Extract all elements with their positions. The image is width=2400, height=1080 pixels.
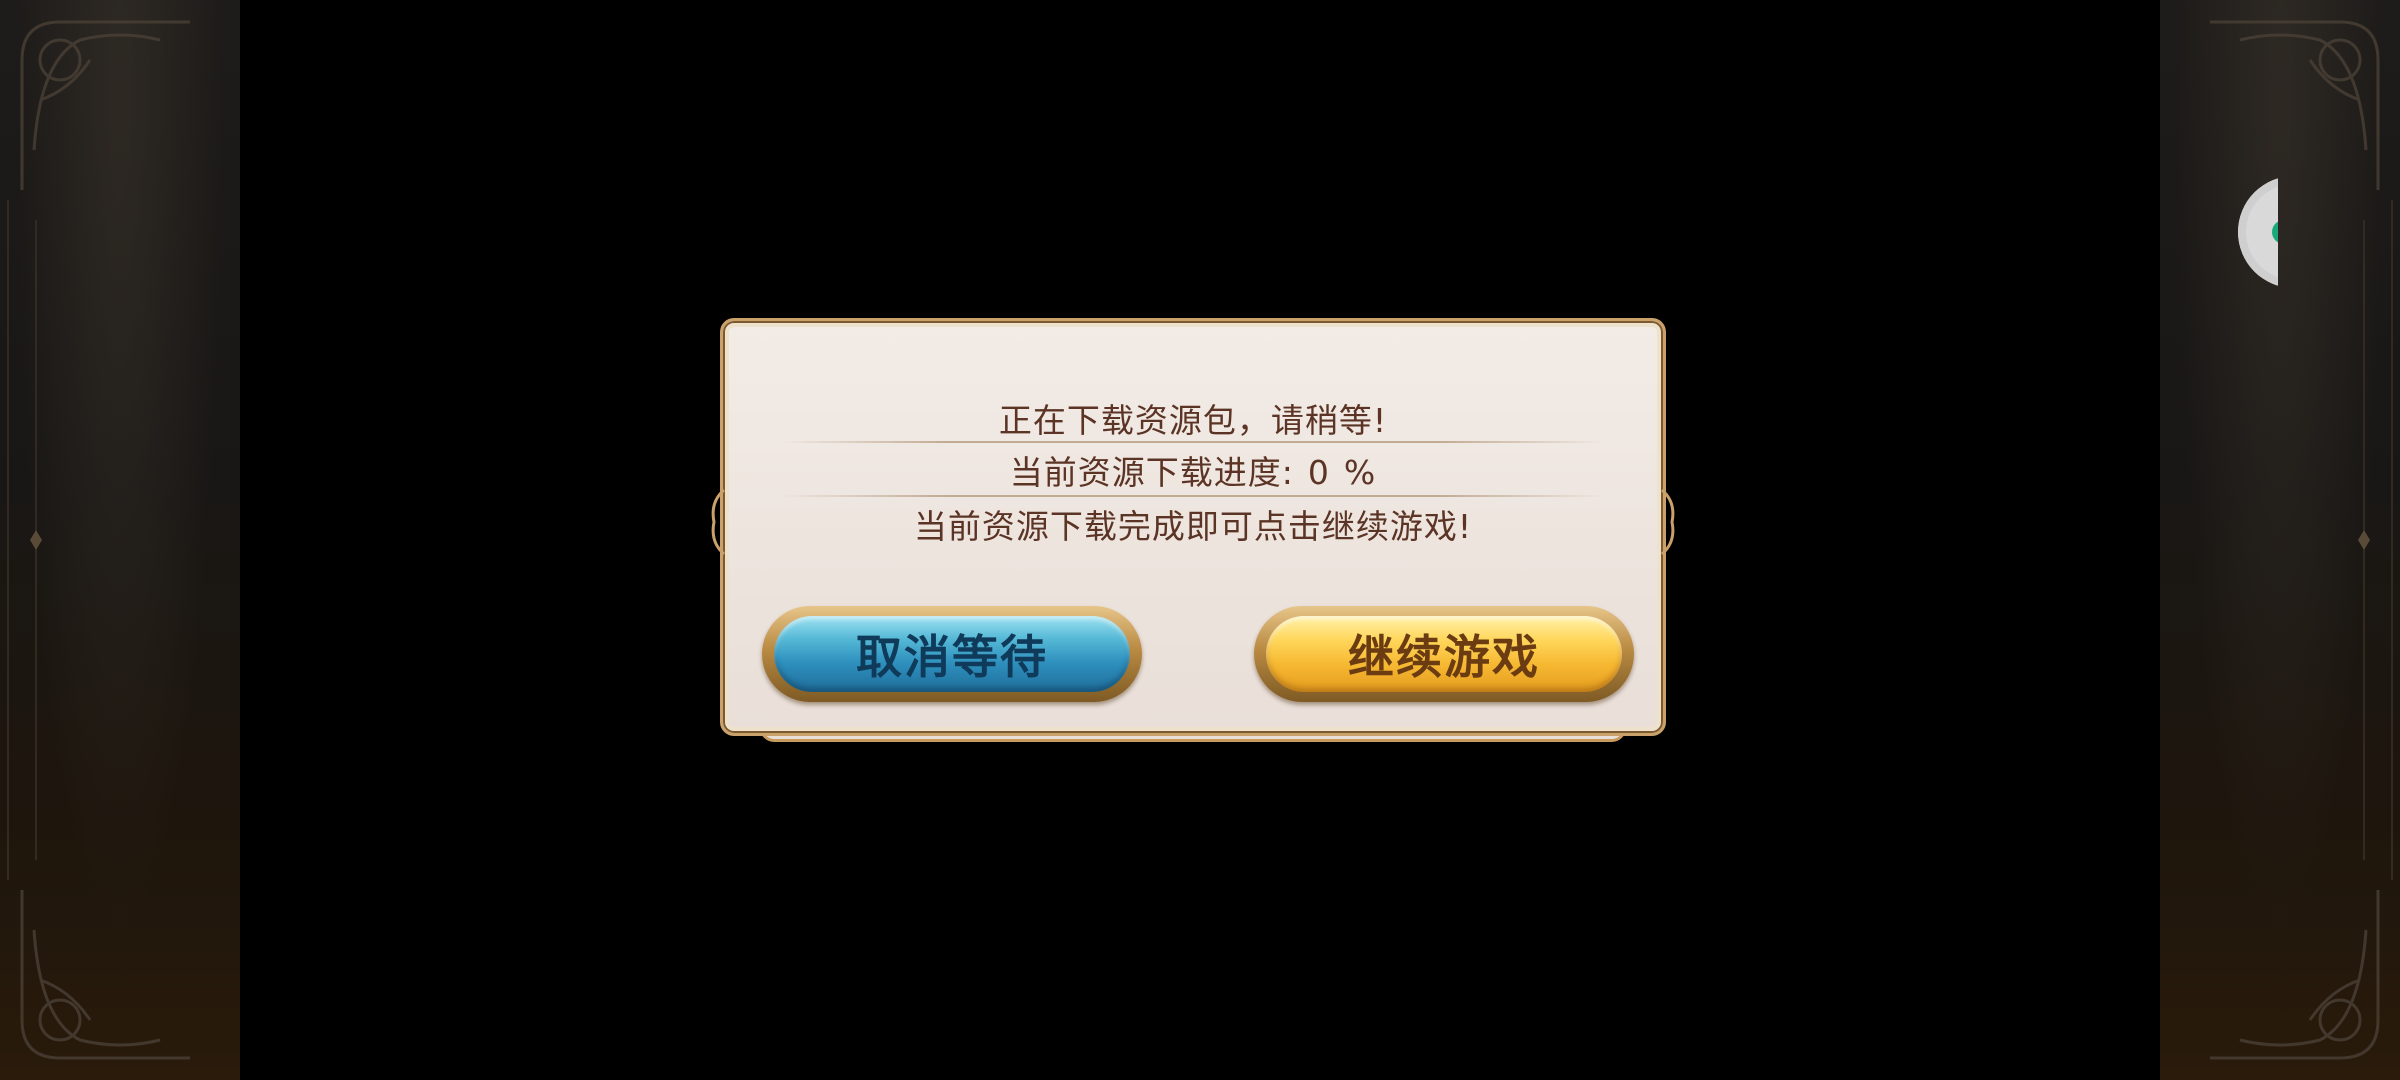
game-screen: 正在下载资源包，请稍等! 当前资源下载进度: 0% 当前资源下载完成即可点击继续游… xyxy=(0,0,2400,1080)
continue-game-label: 继续游戏 xyxy=(1348,630,1540,684)
floating-assistant-button[interactable] xyxy=(2238,176,2278,288)
progress-unit: % xyxy=(1343,453,1377,492)
right-decor-panel xyxy=(2160,0,2400,1080)
download-progress-text: 当前资源下载进度: 0% xyxy=(720,446,1666,494)
download-hint-text: 当前资源下载完成即可点击继续游戏! xyxy=(913,507,1473,546)
progress-value: 0 xyxy=(1307,453,1330,492)
download-dialog: 正在下载资源包，请稍等! 当前资源下载进度: 0% 当前资源下载完成即可点击继续游… xyxy=(711,318,1675,744)
cancel-wait-label: 取消等待 xyxy=(856,630,1048,684)
left-decor-panel xyxy=(0,0,240,1080)
divider xyxy=(782,441,1604,443)
cancel-wait-button[interactable]: 取消等待 xyxy=(762,606,1142,702)
divider xyxy=(782,495,1604,497)
download-status-text: 正在下载资源包，请稍等! xyxy=(998,401,1388,440)
continue-game-button[interactable]: 继续游戏 xyxy=(1254,606,1634,702)
progress-label: 当前资源下载进度: xyxy=(1009,453,1294,492)
right-ornament-icon xyxy=(2210,20,2393,1060)
left-ornament-icon xyxy=(7,20,190,1060)
